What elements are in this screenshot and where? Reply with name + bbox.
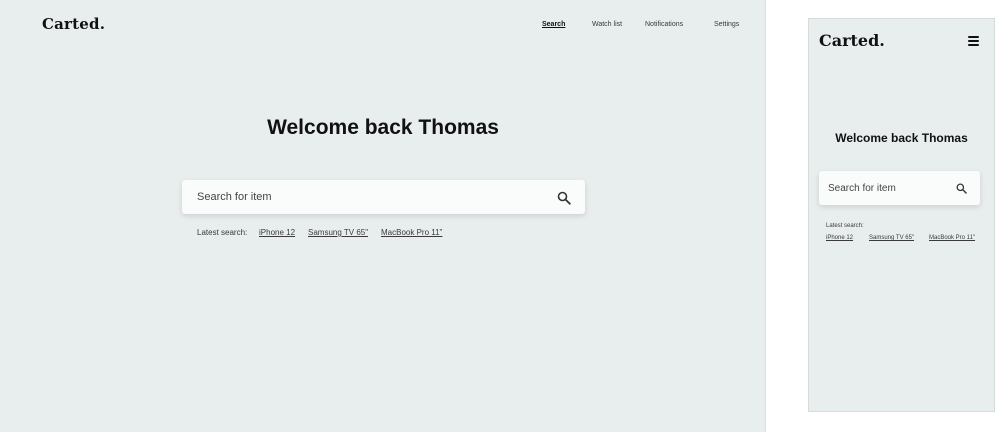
latest-search-item[interactable]: iPhone 12 xyxy=(826,235,853,241)
hamburger-menu-icon[interactable] xyxy=(968,36,979,46)
mobile-view: Carted. Welcome back Thomas Latest searc… xyxy=(808,18,995,412)
brand-logo[interactable]: Carted. xyxy=(819,31,885,50)
nav-settings[interactable]: Settings xyxy=(714,21,739,28)
search-box xyxy=(819,171,980,205)
brand-logo[interactable]: Carted. xyxy=(42,15,105,33)
latest-search-label: Latest search: xyxy=(826,223,864,229)
latest-search-item[interactable]: iPhone 12 xyxy=(259,228,295,237)
nav-notifications[interactable]: Notifications xyxy=(645,21,683,28)
search-icon[interactable] xyxy=(956,183,967,194)
search-input[interactable] xyxy=(828,171,948,205)
latest-search-label: Latest search: xyxy=(197,228,248,237)
latest-search-item[interactable]: MacBook Pro 11" xyxy=(929,235,975,241)
latest-search-item[interactable]: Samsung TV 65" xyxy=(869,235,914,241)
welcome-title: Welcome back Thomas xyxy=(267,116,499,139)
nav-search[interactable]: Search xyxy=(542,21,565,28)
desktop-view: Carted. Search Watch list Notifications … xyxy=(0,0,766,432)
nav-watch-list[interactable]: Watch list xyxy=(592,21,622,28)
search-box xyxy=(182,180,585,214)
latest-search-item[interactable]: Samsung TV 65" xyxy=(308,228,368,237)
welcome-title: Welcome back Thomas xyxy=(835,131,968,145)
search-icon[interactable] xyxy=(557,191,571,205)
latest-search-item[interactable]: MacBook Pro 11" xyxy=(381,228,442,237)
search-input[interactable] xyxy=(197,180,537,214)
